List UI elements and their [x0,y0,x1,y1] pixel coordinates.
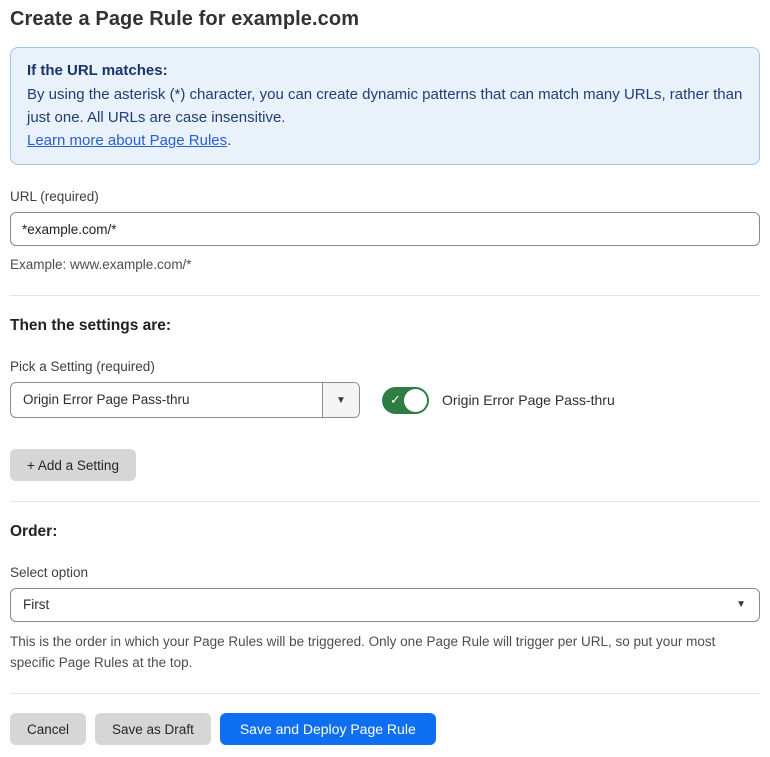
url-label: URL (required) [10,189,99,204]
divider [10,501,760,502]
chevron-down-icon: ▼ [736,599,746,610]
toggle-knob [404,388,427,412]
url-match-info-box: If the URL matches: By using the asteris… [10,47,760,165]
url-example-helper: Example: www.example.com/* [10,257,192,272]
footer-actions: Cancel Save as Draft Save and Deploy Pag… [10,713,760,745]
order-helper-text: This is the order in which your Page Rul… [10,634,716,670]
save-draft-button[interactable]: Save as Draft [95,713,211,745]
add-setting-button[interactable]: + Add a Setting [10,449,136,481]
info-box-link-line: Learn more about Page Rules. [27,129,743,152]
learn-more-link[interactable]: Learn more about Page Rules [27,132,227,149]
setting-toggle-label: Origin Error Page Pass-thru [442,392,615,408]
setting-dropdown[interactable]: Origin Error Page Pass-thru ▼ [10,382,360,418]
order-select-value: First [23,597,50,612]
cancel-button[interactable]: Cancel [10,713,87,745]
chevron-down-icon: ▼ [336,394,346,406]
select-option-label: Select option [10,565,89,580]
order-heading: Order: [10,523,58,540]
setting-row: Origin Error Page Pass-thru ▼ ✓ Origin E… [10,382,760,418]
check-icon: ✓ [390,392,401,408]
page-title: Create a Page Rule for example.com [10,8,360,30]
create-page-rule-form: Create a Page Rule for example.com If th… [0,0,770,757]
setting-dropdown-value: Origin Error Page Pass-thru [23,392,190,407]
info-box-body: By using the asterisk (*) character, you… [27,86,743,126]
link-period: . [227,132,232,149]
pick-setting-label: Pick a Setting (required) [10,359,155,374]
divider [10,693,760,694]
save-deploy-button[interactable]: Save and Deploy Page Rule [219,713,436,745]
setting-toggle[interactable]: ✓ [382,386,429,414]
setting-dropdown-arrow-button[interactable]: ▼ [322,383,359,417]
info-box-heading: If the URL matches: [27,62,168,79]
divider [10,295,760,296]
order-select[interactable]: First ▼ [10,588,760,622]
settings-heading: Then the settings are: [10,317,172,334]
url-input[interactable] [10,212,760,246]
